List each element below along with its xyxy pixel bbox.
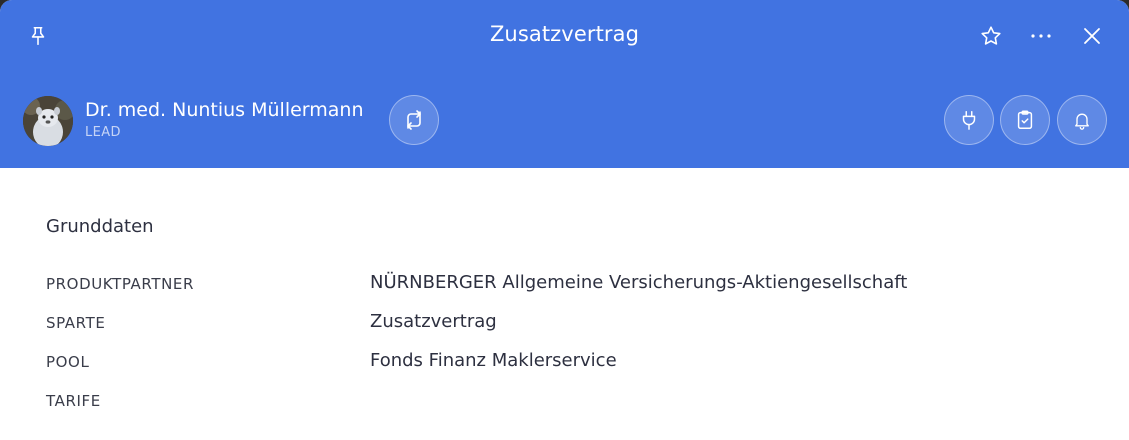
close-icon[interactable] [1078,22,1106,50]
bell-button[interactable] [1057,95,1107,145]
contract-panel: Zusatzvertrag Dr. med. Nuntius Müllerman… [0,0,1129,440]
person-name[interactable]: Dr. med. Nuntius Müllermann [85,99,364,121]
detail-row-sparte: SPARTE Zusatzvertrag [0,308,1129,338]
swap-icon [407,110,421,130]
detail-row-tarife: TARIFE [0,386,1129,416]
panel-header: Zusatzvertrag Dr. med. Nuntius Müllerman… [0,0,1129,168]
detail-value: NÜRNBERGER Allgemeine Versicherungs-Akti… [370,272,908,293]
detail-label: TARIFE [46,392,101,410]
plug-icon [962,111,976,130]
detail-label: POOL [46,353,90,371]
bell-icon [1075,113,1089,130]
detail-value: Fonds Finanz Maklerservice [370,350,617,371]
avatar[interactable] [23,96,73,146]
more-icon[interactable] [1027,22,1055,50]
detail-row-pool: POOL Fonds Finanz Maklerservice [0,347,1129,377]
star-icon[interactable] [977,22,1005,50]
detail-row-produktpartner: PRODUKTPARTNER NÜRNBERGER Allgemeine Ver… [0,269,1129,299]
plug-button[interactable] [944,95,994,145]
clipboard-button[interactable] [1000,95,1050,145]
detail-label: PRODUKTPARTNER [46,275,194,293]
swap-button[interactable] [389,95,439,145]
clipboard-check-icon [1017,110,1033,129]
detail-value: Zusatzvertrag [370,311,497,332]
detail-label: SPARTE [46,314,106,332]
section-title: Grunddaten [46,216,154,237]
person-status-tag: LEAD [85,125,121,140]
contract-details: Grunddaten PRODUKTPARTNER NÜRNBERGER All… [0,168,1129,440]
panel-title: Zusatzvertrag [489,22,640,46]
